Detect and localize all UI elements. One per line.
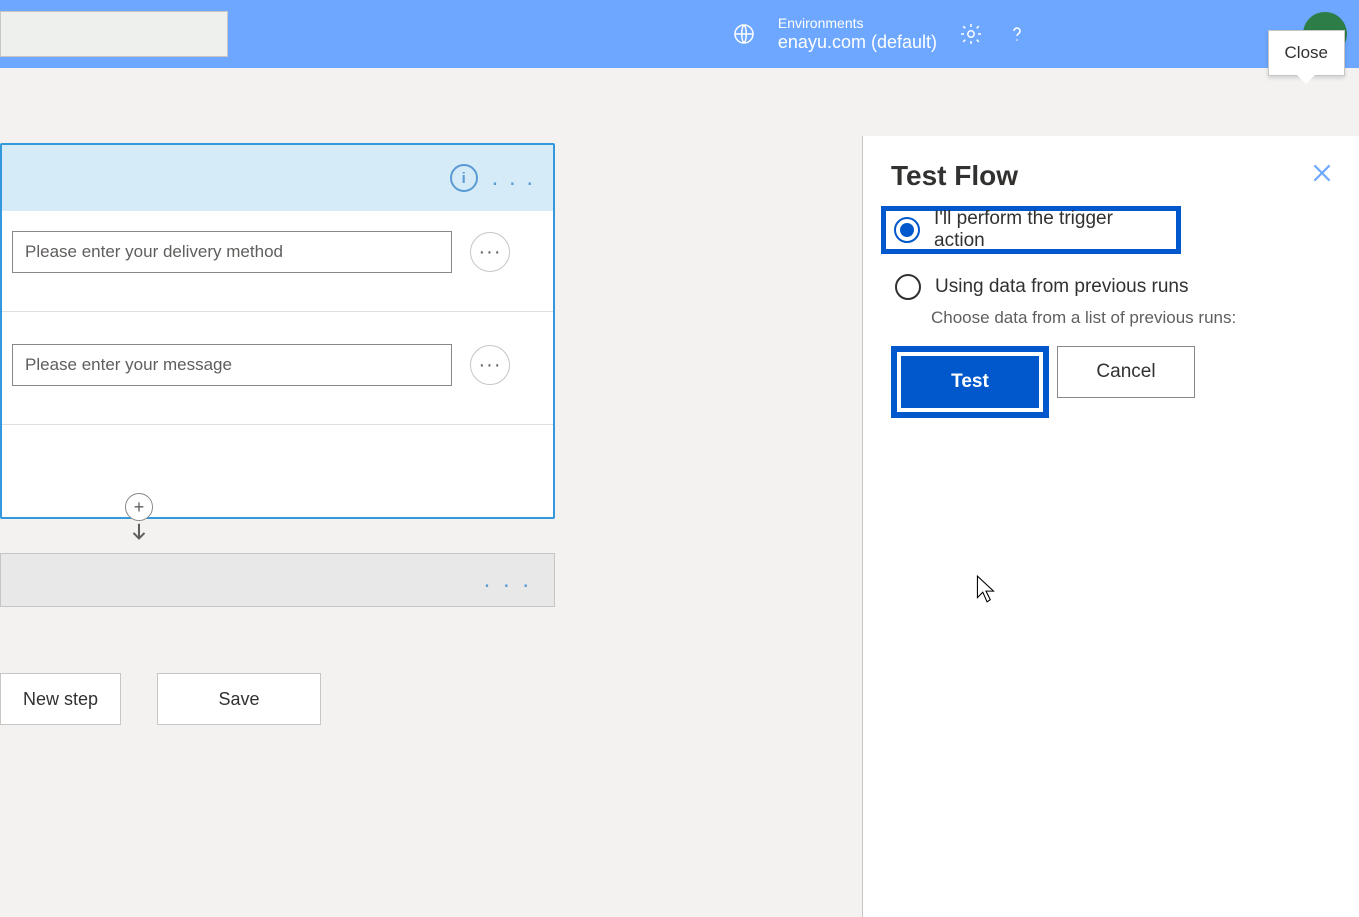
help-icon[interactable] <box>1005 22 1029 46</box>
radio-label: Using data from previous runs <box>935 276 1188 298</box>
trigger-more-icon[interactable]: . . . <box>492 164 535 192</box>
radio-subtext: Choose data from a list of previous runs… <box>931 308 1331 328</box>
highlight-box: I'll perform the trigger action <box>881 206 1181 254</box>
new-step-button[interactable]: New step <box>0 673 121 725</box>
header-right: Environments enayu.com (default) <box>732 15 1029 53</box>
close-icon[interactable] <box>1309 160 1335 191</box>
field-more-icon[interactable]: ··· <box>470 345 510 385</box>
radio-unselected-icon <box>895 274 921 300</box>
field-more-icon[interactable]: ··· <box>470 232 510 272</box>
radio-option-previous-runs[interactable]: Using data from previous runs <box>891 268 1331 306</box>
test-button[interactable]: Test <box>901 356 1039 408</box>
environment-label: Environments <box>778 15 937 32</box>
cancel-button[interactable]: Cancel <box>1057 346 1195 398</box>
action-card[interactable]: . . . <box>0 553 555 607</box>
add-step-button[interactable]: + <box>125 493 153 521</box>
app-header: Environments enayu.com (default) <box>0 0 1359 68</box>
cursor-pointer-icon <box>973 574 999 609</box>
input-row: Please enter your delivery method ··· <box>12 231 533 273</box>
test-flow-panel: Test Flow I'll perform the trigger actio… <box>862 136 1359 917</box>
radio-option-perform-trigger[interactable]: I'll perform the trigger action <box>890 202 1172 258</box>
panel-buttons: Test Cancel <box>891 346 1331 418</box>
trigger-card[interactable]: i . . . Please enter your delivery metho… <box>0 143 555 519</box>
environment-block[interactable]: Environments enayu.com (default) <box>778 15 937 53</box>
canvas: i . . . Please enter your delivery metho… <box>0 68 1359 917</box>
message-input[interactable]: Please enter your message <box>12 344 452 386</box>
add-step-connector: + <box>125 493 153 548</box>
trigger-header: i . . . <box>2 145 553 211</box>
radio-selected-icon <box>894 217 920 243</box>
radio-option-previous-runs-wrap: Using data from previous runs Choose dat… <box>891 268 1331 328</box>
action-more-icon[interactable]: . . . <box>484 566 532 594</box>
highlight-box: Test <box>891 346 1049 418</box>
search-input[interactable] <box>0 11 228 57</box>
save-button[interactable]: Save <box>157 673 321 725</box>
environment-icon <box>732 22 756 46</box>
divider <box>2 424 553 425</box>
divider <box>2 311 553 312</box>
gear-icon[interactable] <box>959 22 983 46</box>
input-row: Please enter your message ··· <box>12 344 533 386</box>
radio-label: I'll perform the trigger action <box>934 208 1168 252</box>
environment-name: enayu.com (default) <box>778 32 937 54</box>
footer-buttons: New step Save <box>0 673 321 725</box>
delivery-method-input[interactable]: Please enter your delivery method <box>12 231 452 273</box>
close-tooltip: Close <box>1268 30 1345 76</box>
arrow-down-icon <box>128 521 150 548</box>
info-icon[interactable]: i <box>450 164 478 192</box>
trigger-body: Please enter your delivery method ··· Pl… <box>2 211 553 517</box>
panel-title: Test Flow <box>891 160 1331 192</box>
